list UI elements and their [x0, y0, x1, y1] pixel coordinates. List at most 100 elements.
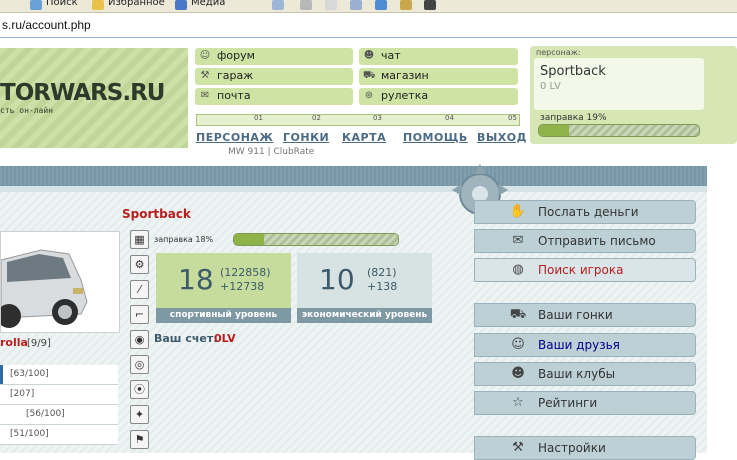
brake-icon[interactable]: ◎	[130, 355, 149, 374]
ruler-number: 04	[445, 114, 454, 122]
ruler-number: 05	[508, 114, 517, 122]
edit-icon[interactable]	[350, 0, 362, 10]
toolbar-favorites[interactable]: Избранное	[108, 0, 165, 8]
car-name[interactable]: rolla	[0, 336, 28, 349]
car-image	[1, 232, 119, 332]
suspension-icon[interactable]: ⦿	[130, 380, 149, 399]
site-logo-subtitle: сть он-лайн	[0, 106, 53, 115]
favorites-icon[interactable]	[92, 0, 104, 10]
economy-level-number: 10	[319, 263, 355, 296]
menu-shop[interactable]: ⛟ магазин	[359, 68, 518, 85]
ruler-number: 02	[312, 114, 321, 122]
nav-help[interactable]: ПОМОЩЬ	[403, 131, 468, 144]
your-races-button[interactable]: ⛟ Ваши гонки	[474, 303, 696, 327]
economy-level-points: (821)	[367, 266, 397, 279]
character-fuel-label: заправка 19%	[540, 113, 607, 123]
your-races-label: Ваши гонки	[538, 308, 613, 322]
ratings-button[interactable]: ☆ Рейтинги	[474, 391, 696, 415]
menu-shop-label: магазин	[381, 69, 429, 82]
forum-icon: ☺	[199, 50, 211, 61]
tool-icon[interactable]	[424, 0, 436, 10]
send-money-button[interactable]: ✋ Послать деньги	[474, 200, 696, 224]
star-icon: ☆	[512, 395, 524, 410]
nav-map[interactable]: КАРТА	[342, 131, 386, 144]
garage-icon: ⚒	[200, 70, 210, 81]
settings-button[interactable]: ⚒ Настройки	[474, 436, 696, 460]
character-name: Sportback	[540, 64, 606, 79]
ruler: 01 02 03 04 05	[196, 114, 520, 126]
car-stat-value: [63/100]	[10, 369, 49, 379]
media-icon[interactable]	[175, 0, 187, 10]
economy-level-caption: экономический уровень	[297, 308, 432, 323]
car-photo[interactable]	[0, 231, 120, 333]
menu-forum-label: форум	[217, 49, 255, 62]
account-label: Ваш счет:	[154, 332, 218, 345]
print-icon[interactable]	[325, 0, 337, 10]
engine-icon[interactable]: ⚙	[130, 255, 149, 274]
messenger-icon[interactable]	[400, 0, 412, 10]
race-car-icon: ⛟	[509, 307, 527, 322]
car-stat-value: [56/100]	[26, 409, 65, 419]
economy-level-box: 10 (821) +138 экономический уровень	[297, 253, 432, 323]
menu-garage[interactable]: ⚒ гараж	[195, 68, 353, 85]
search-player-button[interactable]: ◍ Поиск игрока	[474, 258, 696, 282]
menu-chat-label: чат	[381, 49, 401, 62]
send-letter-label: Отправить письмо	[538, 234, 656, 248]
wheel-icon[interactable]: ◉	[130, 330, 149, 349]
nitro-icon[interactable]: ⚑	[130, 430, 149, 449]
exhaust-icon[interactable]: ⁄	[130, 280, 149, 299]
body-icon[interactable]: ✦	[130, 405, 149, 424]
history-icon[interactable]	[272, 0, 284, 10]
economy-level-detail: (821) +138	[367, 266, 397, 294]
friends-icon: ☺	[511, 337, 525, 352]
player-name[interactable]: Sportback	[122, 207, 191, 221]
menu-chat[interactable]: ☻ чат	[359, 48, 518, 65]
sport-level-number: 18	[178, 263, 214, 296]
car-stat-value: [207]	[10, 389, 35, 399]
your-friends-button[interactable]: ☺ Ваши друзья	[474, 333, 696, 357]
car-stat-value: [51/100]	[10, 429, 49, 439]
nav-character[interactable]: ПЕРСОНАЖ	[196, 131, 273, 144]
toolbar-search[interactable]: Поиск	[46, 0, 78, 8]
car-model-info: MW 911 | ClubRate	[228, 147, 315, 157]
your-clubs-button[interactable]: ☻ Ваши клубы	[474, 362, 696, 386]
sport-level-caption: спортивный уровень	[156, 308, 291, 323]
money-icon: ✋	[509, 204, 527, 219]
menu-mail[interactable]: ✉ почта	[195, 88, 353, 105]
character-label: персонаж:	[536, 48, 581, 57]
shop-icon: ⛟	[363, 70, 376, 81]
parts-icon[interactable]: ▦	[130, 230, 149, 249]
menu-garage-label: гараж	[217, 69, 254, 82]
toolbar-media[interactable]: Медиа	[191, 0, 225, 8]
car-condition: [9/9]	[27, 338, 51, 349]
address-bar[interactable]: s.ru/account.php	[0, 13, 737, 38]
player-fuel-label: заправка 18%	[154, 235, 214, 244]
character-level: 0 LV	[540, 81, 561, 92]
roulette-icon: ⊛	[364, 90, 374, 101]
car-stat-row: [56/100]	[0, 405, 118, 425]
mail-icon: ✉	[200, 90, 210, 101]
menu-roulette[interactable]: ⊛ рулетка	[359, 88, 518, 105]
character-fuel-fill	[539, 125, 570, 136]
chat-icon: ☻	[363, 50, 375, 61]
site-logo[interactable]: TORWARS.RU	[0, 80, 165, 106]
mail-icon[interactable]	[300, 0, 312, 10]
tools-icon: ⚒	[512, 440, 524, 455]
character-fuel-bar	[538, 124, 700, 137]
spoiler-icon[interactable]: ⌐	[130, 305, 149, 324]
search-icon[interactable]	[30, 0, 42, 10]
player-fuel-fill	[234, 234, 264, 245]
sport-level-gain: +12738	[220, 280, 265, 293]
nav-exit[interactable]: ВЫХОД	[477, 131, 527, 144]
nav-races[interactable]: ГОНКИ	[283, 131, 329, 144]
globe-icon[interactable]	[375, 0, 387, 10]
clubs-icon: ☻	[511, 366, 525, 381]
send-letter-button[interactable]: ✉ Отправить письмо	[474, 229, 696, 253]
menu-forum[interactable]: ☺ форум	[195, 48, 353, 65]
address-url[interactable]: s.ru/account.php	[2, 18, 91, 32]
car-stat-row: [207]	[0, 385, 118, 405]
account-value: 0LV	[214, 332, 236, 345]
search-player-icon: ◍	[512, 262, 524, 277]
sport-level-points: (122858)	[220, 266, 271, 279]
car-stat-row: [51/100]	[0, 425, 118, 445]
